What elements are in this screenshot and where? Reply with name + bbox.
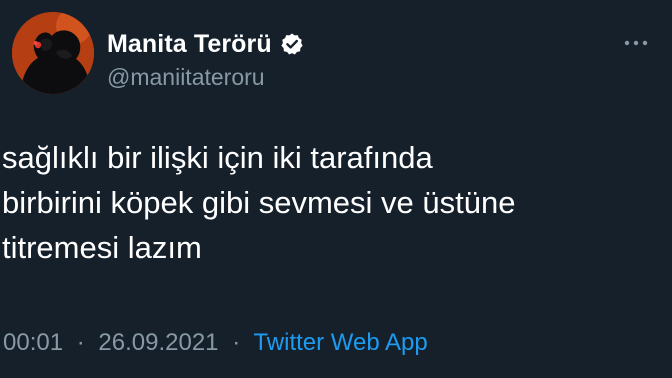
- user-handle[interactable]: @maniitateroru: [107, 64, 265, 91]
- meta-separator: ·: [76, 329, 85, 356]
- tweet-source-link[interactable]: Twitter Web App: [253, 329, 427, 356]
- avatar-image: [12, 12, 94, 94]
- verified-badge-icon: [280, 32, 304, 56]
- more-options-icon[interactable]: [622, 36, 650, 48]
- display-name[interactable]: Manita Terörü: [107, 30, 272, 59]
- author-name-row: Manita Terörü: [107, 28, 304, 60]
- tweet-date[interactable]: 26.09.2021: [98, 329, 218, 356]
- avatar[interactable]: [12, 12, 94, 94]
- tweet-metadata: 00:01 · 26.09.2021 · Twitter Web App: [3, 326, 428, 360]
- tweet-time[interactable]: 00:01: [3, 329, 63, 356]
- tweet-card: Manita Terörü @maniitateroru sağlıklı bi…: [0, 0, 672, 378]
- meta-separator-2: ·: [232, 329, 241, 356]
- tweet-text: sağlıklı bir ilişki için iki tarafında b…: [2, 140, 516, 265]
